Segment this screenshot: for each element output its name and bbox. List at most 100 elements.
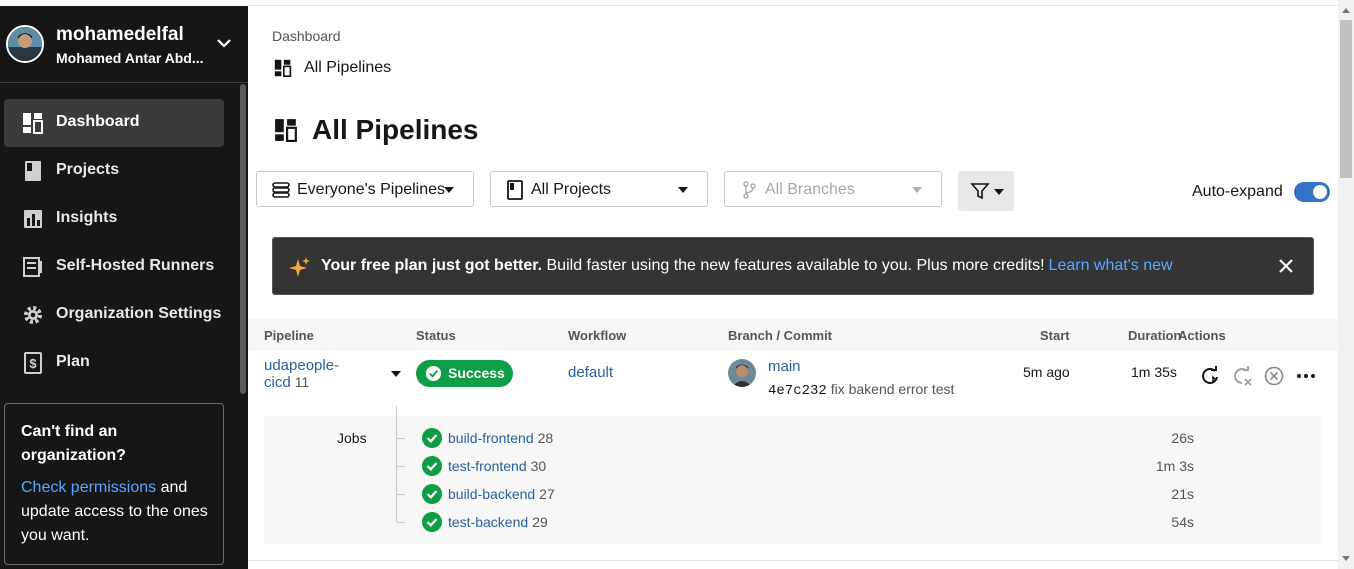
sidebar-item-label: Projects (56, 161, 120, 178)
sidebar-item-plan[interactable]: $ Plan (4, 339, 224, 387)
caret-down-icon (912, 187, 922, 193)
breadcrumb-current: All Pipelines (304, 59, 392, 76)
dashboard-icon (274, 59, 292, 77)
sidebar-item-label: Dashboard (56, 113, 140, 130)
check-circle-icon (422, 428, 442, 448)
branches-filter-select[interactable]: All Branches (724, 171, 942, 207)
job-duration: 26s (1171, 430, 1194, 446)
banner-message: Your free plan just got better. Build fa… (321, 257, 1173, 275)
expand-row-caret-icon[interactable] (391, 371, 401, 377)
job-duration: 54s (1171, 514, 1194, 530)
find-org-text: Check permissions and update access to t… (21, 476, 209, 548)
svg-text:$: $ (29, 356, 37, 371)
find-organization-card: Can't find an organization? Check permis… (4, 403, 224, 565)
sidebar-item-projects[interactable]: Projects (4, 147, 224, 195)
page-title: All Pipelines (312, 114, 479, 145)
column-start: Start (1040, 328, 1070, 343)
job-tree-branch (397, 466, 405, 467)
insights-icon (24, 210, 42, 228)
job-name: build-frontend (448, 430, 534, 446)
job-name: test-backend (448, 514, 529, 530)
job-link[interactable]: build-frontend 28 (448, 430, 553, 446)
project-name-line1: udapeople- (264, 357, 340, 374)
job-link[interactable]: test-backend 29 (448, 514, 548, 530)
people-filter-icon (272, 182, 290, 198)
sidebar-item-self-hosted-runners[interactable]: Self-Hosted Runners (4, 243, 224, 291)
scroll-down-arrow-icon[interactable] (1342, 556, 1350, 561)
sidebar-scrollbar[interactable] (240, 84, 246, 394)
org-avatar (6, 25, 44, 63)
rerun-icon[interactable] (1200, 366, 1220, 386)
job-tree-branch (397, 522, 405, 523)
chevron-down-icon[interactable] (216, 36, 232, 50)
scroll-thumb[interactable] (1340, 20, 1352, 178)
sidebar-item-label: Self-Hosted Runners (56, 257, 215, 274)
workflow-link[interactable]: default (568, 364, 613, 381)
job-tree-branch (397, 438, 405, 439)
org-user-name: Mohamed Antar Abd... (56, 50, 204, 66)
scroll-up-arrow-icon[interactable] (1342, 8, 1350, 13)
gear-icon (24, 306, 42, 324)
job-link[interactable]: build-backend 27 (448, 486, 555, 502)
status-label: Success (448, 365, 505, 381)
check-circle-icon (422, 484, 442, 504)
pipelines-filter-select[interactable]: Everyone's Pipelines (256, 171, 474, 207)
commit-message: fix bakend error test (830, 381, 955, 397)
pipeline-number: 11 (294, 374, 310, 390)
job-number: 30 (530, 458, 547, 474)
status-badge[interactable]: Success (416, 360, 513, 387)
cancel-icon[interactable] (1264, 366, 1284, 386)
job-duration: 1m 3s (1155, 458, 1194, 474)
top-divider (248, 0, 1338, 6)
learn-whats-new-link[interactable]: Learn what's new (1049, 257, 1173, 274)
pipelines-filter-value: Everyone's Pipelines (297, 181, 446, 198)
more-options-icon[interactable] (1296, 366, 1316, 386)
projects-icon (507, 180, 523, 200)
job-number: 27 (539, 486, 555, 502)
caret-down-icon (444, 187, 454, 193)
sidebar-item-label: Organization Settings (56, 305, 222, 322)
projects-filter-select[interactable]: All Projects (490, 171, 708, 207)
projects-icon (25, 161, 41, 181)
projects-filter-value: All Projects (531, 181, 612, 198)
pipeline-duration: 1m 35s (1131, 364, 1177, 380)
job-tree-branch (397, 494, 405, 495)
sidebar-item-organization-settings[interactable]: Organization Settings (4, 291, 224, 339)
branch-link[interactable]: main (768, 358, 801, 375)
column-actions: Actions (1178, 328, 1226, 343)
job-link[interactable]: test-frontend 30 (448, 458, 546, 474)
filter-button[interactable] (958, 171, 1014, 211)
commit-sha: 4e7c232 (768, 383, 827, 399)
caret-down-icon (678, 187, 688, 193)
dashboard-icon (23, 113, 43, 134)
main-content: Dashboard All Pipelines All Pipelines Ev… (248, 0, 1338, 569)
plan-dollar-icon: $ (24, 352, 42, 374)
column-duration: Duration (1128, 328, 1182, 343)
rerun-failed-icon[interactable] (1232, 366, 1252, 386)
sidebar-item-dashboard[interactable]: Dashboard (4, 99, 224, 147)
column-branch-commit: Branch / Commit (728, 328, 833, 343)
caret-down-icon (994, 189, 1004, 195)
job-duration: 21s (1171, 486, 1194, 502)
project-link[interactable]: udapeople-cicd 11 (264, 358, 339, 391)
page-scrollbar[interactable] (1338, 0, 1354, 569)
find-org-title: Can't find an organization? (21, 423, 126, 464)
org-switcher[interactable]: mohamedelfal Mohamed Antar Abd... (0, 6, 248, 83)
sidebar: mohamedelfal Mohamed Antar Abd... Dashbo… (0, 0, 248, 569)
commit-info[interactable]: 4e7c232 fix bakend error test (768, 381, 954, 399)
breadcrumb[interactable]: Dashboard (272, 28, 341, 44)
pipelines-table-header: Pipeline Status Workflow Branch / Commit… (248, 319, 1338, 351)
jobs-panel: Jobs build-frontend 28 26s test-frontend 3… (264, 406, 1322, 544)
auto-expand-toggle[interactable] (1294, 182, 1330, 202)
sidebar-item-insights[interactable]: Insights (4, 195, 224, 243)
free-plan-banner: Your free plan just got better. Build fa… (272, 237, 1314, 295)
check-permissions-link[interactable]: Check permissions (21, 479, 156, 496)
jobs-label: Jobs (337, 430, 367, 446)
sidebar-item-label: Plan (56, 353, 90, 370)
close-icon[interactable] (1277, 257, 1295, 275)
column-status: Status (416, 328, 456, 343)
dashboard-icon (275, 119, 297, 142)
check-circle-icon (422, 512, 442, 532)
banner-bold: Your free plan just got better. (321, 257, 543, 274)
branch-icon (743, 181, 756, 199)
